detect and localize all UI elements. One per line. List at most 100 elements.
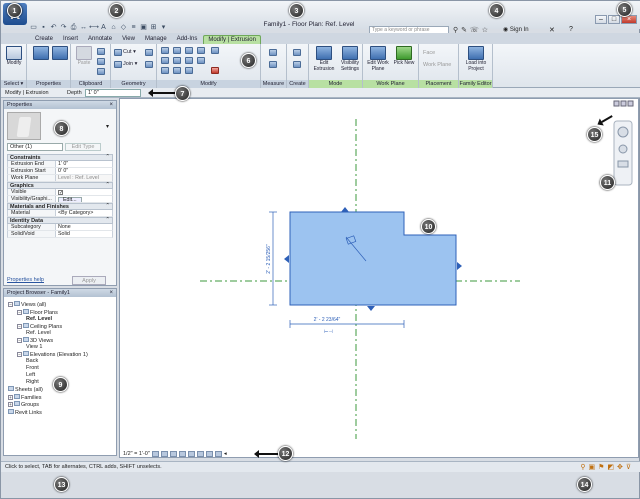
minimize-button[interactable]: – — [595, 15, 607, 24]
join-geometry-label[interactable]: Join ▾ — [123, 61, 137, 67]
tree-item[interactable]: − Floor Plans — [17, 309, 58, 316]
tab-manage[interactable]: Manage — [141, 35, 171, 44]
split-face-icon[interactable] — [145, 61, 153, 68]
edit-work-plane-button[interactable]: Edit Work Plane — [365, 46, 391, 72]
move-icon[interactable] — [161, 57, 169, 64]
scale-icon[interactable] — [173, 67, 181, 74]
viewcube-controls[interactable] — [613, 100, 634, 107]
trim-icon[interactable] — [197, 57, 205, 64]
undo-icon[interactable]: ↶ — [49, 23, 58, 32]
type-properties-button[interactable] — [49, 46, 71, 61]
3d-view-icon[interactable]: ⌂ — [109, 23, 118, 32]
copy-icon[interactable] — [97, 58, 105, 65]
collapse-icon[interactable]: − — [17, 352, 22, 357]
property-value[interactable]: Solid — [56, 231, 112, 237]
match-type-icon[interactable] — [97, 68, 105, 75]
crop-view-icon[interactable] — [187, 450, 195, 457]
cut-geometry-label[interactable]: Cut ▾ — [123, 49, 136, 55]
cut-icon[interactable] — [97, 48, 105, 55]
aligned-dimension-icon[interactable] — [269, 61, 277, 68]
cut-geometry-icon[interactable] — [114, 49, 122, 56]
collapse-icon[interactable]: − — [17, 324, 22, 329]
property-value[interactable]: <By Category> — [56, 210, 112, 216]
collapse-icon[interactable]: ⌃ — [105, 203, 110, 209]
tree-item[interactable]: View 1 — [26, 344, 42, 350]
navigation-bar[interactable] — [613, 120, 633, 186]
collapse-icon[interactable]: − — [8, 302, 13, 307]
property-value[interactable]: Level : Ref. Level — [56, 175, 112, 181]
rotate-icon[interactable] — [185, 57, 193, 64]
horizontal-dimension-text[interactable]: 2' - 2 23/64" — [314, 317, 341, 323]
face-option[interactable]: Face — [423, 50, 435, 56]
shape-handle-left[interactable] — [284, 255, 289, 263]
tree-item[interactable]: Right — [26, 379, 39, 385]
select-panel-label[interactable]: Select ▾ — [1, 80, 26, 88]
print-icon[interactable]: ⎙ — [69, 23, 78, 32]
shape-handle-right[interactable] — [457, 262, 462, 270]
tree-item[interactable]: Front — [26, 365, 39, 371]
edit-visibility-button[interactable]: Edit... — [58, 197, 82, 202]
property-group-header[interactable]: Materials and Finishes ⌃ — [7, 203, 113, 210]
tab-modify-extrusion[interactable]: Modify | Extrusion — [203, 35, 261, 44]
modify-button[interactable]: Modify — [3, 46, 25, 67]
tab-create[interactable]: Create — [31, 35, 57, 44]
tab-annotate[interactable]: Annotate — [84, 35, 116, 44]
reveal-hidden-icon[interactable] — [214, 450, 222, 457]
scroll-left-icon[interactable]: ◂ — [224, 451, 227, 457]
temporary-hide-icon[interactable] — [205, 450, 213, 457]
tree-item[interactable]: Ref. Level — [26, 330, 51, 336]
tree-item[interactable]: − Ceiling Plans — [17, 323, 62, 330]
expand-icon[interactable]: + — [8, 395, 13, 400]
collapse-icon[interactable]: ⌃ — [105, 217, 110, 223]
maximize-button[interactable]: □ — [608, 15, 620, 24]
edit-extrusion-button[interactable]: Edit Extrusion — [311, 46, 337, 72]
tree-item[interactable]: Sheets (all) — [8, 386, 43, 393]
save-icon[interactable]: ▪ — [39, 23, 48, 32]
property-value[interactable]: ✓ — [56, 189, 112, 195]
property-value[interactable]: 1' 0" — [56, 161, 112, 167]
measure-icon[interactable]: ↔ — [79, 23, 88, 32]
join-geometry-icon[interactable] — [114, 61, 122, 68]
project-browser-header[interactable]: Project Browser - Family1 × — [4, 289, 116, 297]
visible-checkbox[interactable]: ✓ — [58, 190, 63, 195]
tree-item[interactable]: Back — [26, 358, 38, 364]
pick-new-button[interactable]: Pick New — [392, 46, 416, 67]
switch-windows-icon[interactable]: ⊞ — [149, 23, 158, 32]
measure-icon[interactable] — [269, 49, 277, 56]
redo-icon[interactable]: ↷ — [59, 23, 68, 32]
property-group-header[interactable]: Constraints ⌃ — [7, 154, 113, 161]
align-icon[interactable] — [161, 47, 169, 54]
collapse-icon[interactable]: ⌃ — [105, 182, 110, 188]
sun-path-icon[interactable] — [169, 450, 177, 457]
delete-icon[interactable] — [211, 67, 219, 74]
filter-icon[interactable]: ⊽ — [626, 463, 631, 471]
close-icon[interactable]: × — [109, 289, 113, 297]
properties-header[interactable]: Properties × — [4, 101, 116, 109]
array-icon[interactable] — [185, 67, 193, 74]
show-crop-icon[interactable] — [196, 450, 204, 457]
vertical-dimension-text[interactable]: 2' - 2 15/256" — [266, 244, 272, 274]
property-value[interactable]: 0' 0" — [56, 168, 112, 174]
help-icon[interactable]: ? — [569, 26, 573, 33]
depth-input[interactable]: 1' 0" — [85, 89, 141, 97]
properties-help-link[interactable]: Properties help — [7, 277, 44, 283]
tab-insert[interactable]: Insert — [59, 35, 82, 44]
paste-button[interactable]: Paste — [73, 46, 95, 67]
detail-level-icon[interactable] — [151, 450, 159, 457]
tree-item[interactable]: − Elevations (Elevation 1) — [17, 351, 88, 358]
paint-icon[interactable] — [145, 49, 153, 56]
collapse-icon[interactable]: − — [17, 338, 22, 343]
work-plane-option[interactable]: Work Plane — [423, 62, 451, 68]
create-similar-icon[interactable] — [293, 61, 301, 68]
offset-icon[interactable] — [173, 47, 181, 54]
load-into-project-button[interactable]: Load into Project — [464, 46, 488, 72]
split-icon[interactable] — [161, 67, 169, 74]
tree-item[interactable]: + Families — [8, 394, 41, 401]
tree-item[interactable]: − Views (all) — [8, 301, 46, 308]
close-icon[interactable]: × — [109, 101, 113, 109]
mirror-axis-icon[interactable] — [185, 47, 193, 54]
view-scale[interactable]: 1/2" = 1'-0" — [123, 451, 150, 457]
sign-in-button[interactable]: ◉ Sign In — [503, 26, 529, 33]
tree-item[interactable]: Ref. Level — [26, 316, 52, 322]
pin-icon[interactable] — [211, 47, 219, 54]
